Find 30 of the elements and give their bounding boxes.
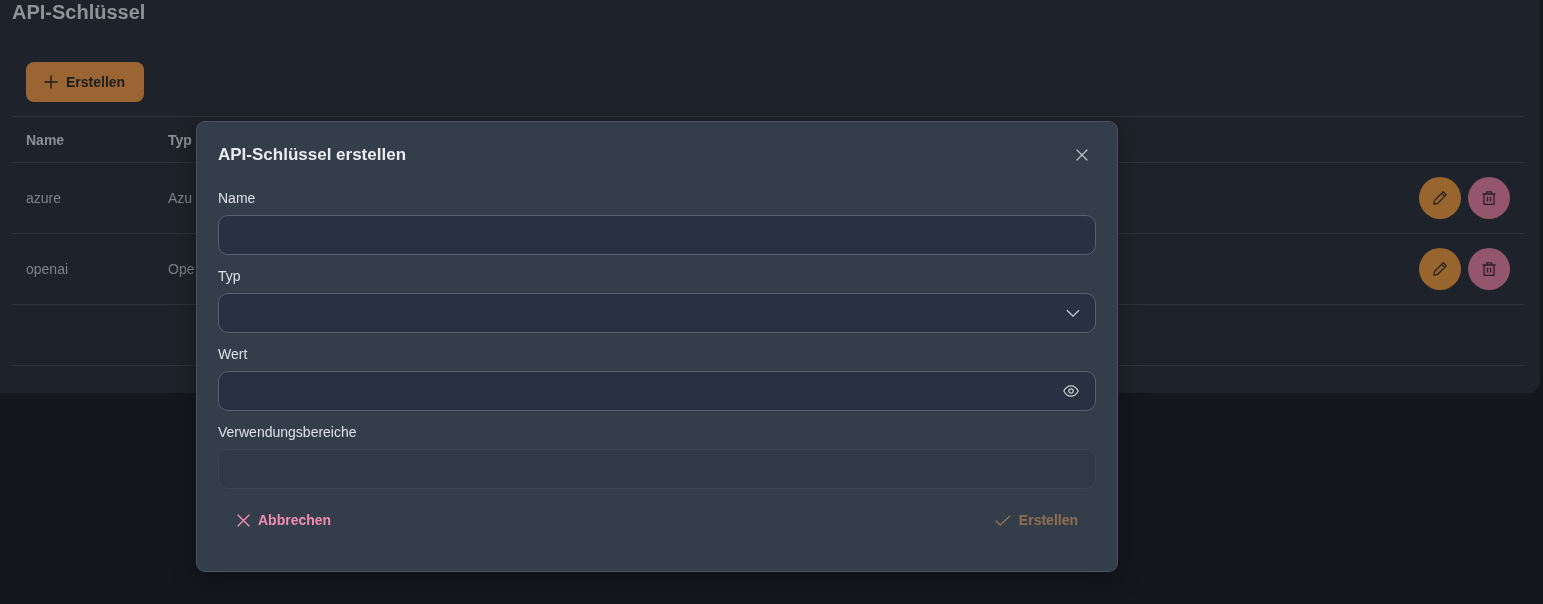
select-field[interactable] [218,293,1096,333]
create-button[interactable]: Erstellen [26,62,145,102]
edit-button[interactable] [1419,248,1461,290]
edit-button[interactable] [1419,177,1461,219]
dialog-title: API-Schlüssel erstellen [218,144,407,166]
field-label: Verwendungsbereiche [218,424,358,441]
field-label: Name [218,190,257,207]
password-input[interactable] [218,371,1096,411]
plus-icon [44,75,58,89]
table-cell: Ope [168,261,195,277]
close-icon [1076,149,1088,161]
trash-icon [1481,261,1497,277]
check-icon [994,514,1011,526]
column-header: Name [25,131,66,148]
delete-button[interactable] [1468,177,1510,219]
trash-icon [1481,190,1497,206]
cross-icon [237,513,250,527]
table-cell-text: azure [25,190,63,206]
column-header: Typ [168,131,192,148]
cancel-button[interactable]: Abbrechen [225,502,344,538]
table-cell: Azu [168,190,193,206]
page-title: API-Schlüssel [12,0,146,24]
eye-icon [1063,385,1079,397]
table-cell-text: openai [25,261,70,277]
delete-button[interactable] [1468,248,1510,290]
pencil-icon [1432,190,1448,206]
pencil-icon [1432,261,1448,277]
text-input[interactable] [218,215,1096,255]
field-label: Typ [218,268,242,285]
field-label: Wert [218,346,249,363]
